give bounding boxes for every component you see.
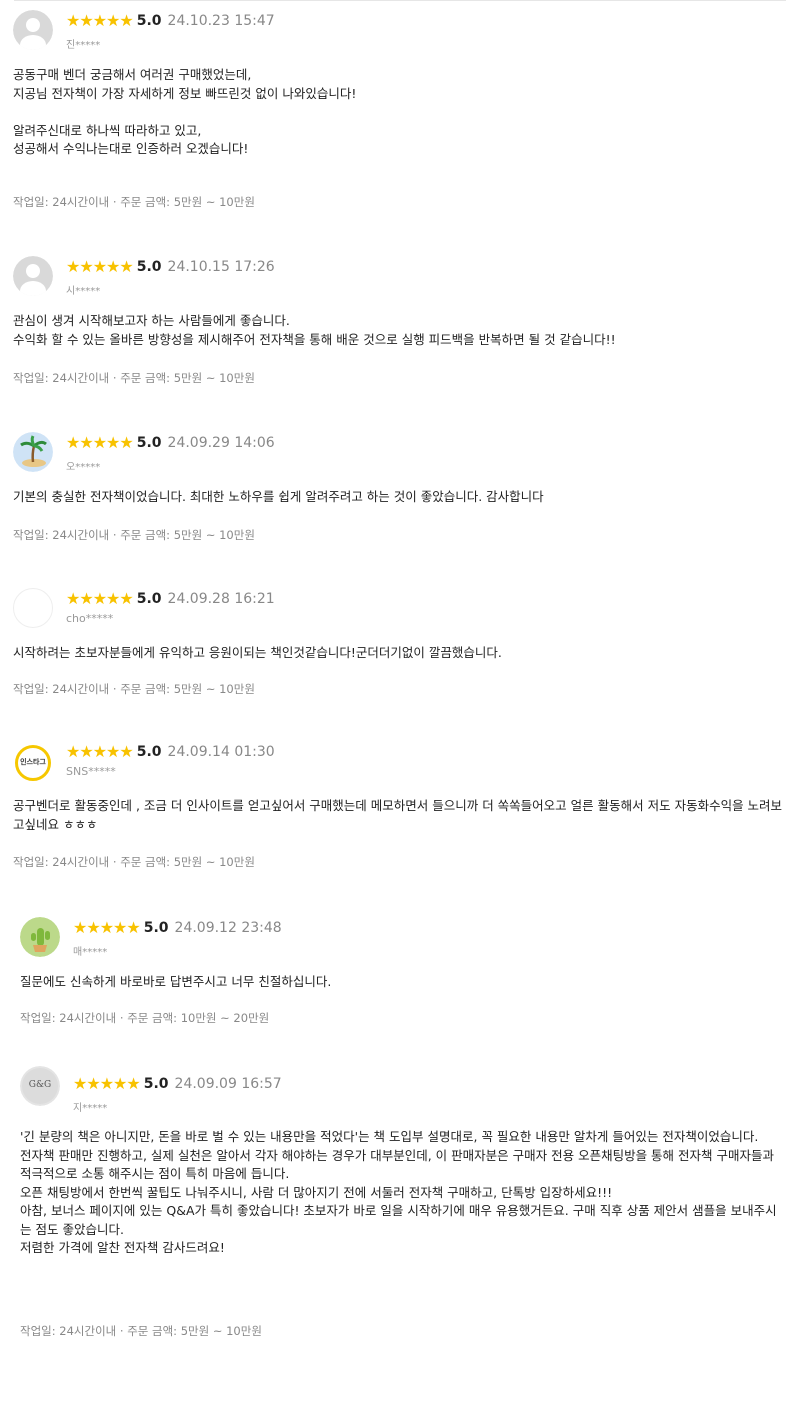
order-info: 작업일: 24시간이내 · 주문 금액: 5만원 ~ 10만원 [13, 195, 255, 209]
avatar-badge-text: 인스타그 [20, 758, 46, 766]
order-info: 작업일: 24시간이내 · 주문 금액: 5만원 ~ 10만원 [13, 528, 255, 542]
star-rating-icon: ★★★★★ [66, 257, 134, 276]
review-date: 24.09.12 23:48 [174, 920, 282, 936]
review-meta: ★★★★★ 5.0 24.09.29 14:06 [66, 432, 275, 454]
review-text: 공동구매 벤더 궁금해서 여러권 구매했었는데, 지공님 전자책이 가장 자세하… [13, 67, 357, 156]
reviewer-name: 오***** [66, 462, 101, 473]
review-date: 24.09.28 16:21 [167, 591, 275, 607]
rating-score: 5.0 [143, 920, 169, 936]
avatar-instagram-badge[interactable]: 인스타그 [13, 743, 53, 783]
reviewer-name: 매***** [73, 947, 108, 958]
star-rating-icon: ★★★★★ [66, 433, 134, 452]
review-meta: ★★★★★ 5.0 24.09.28 16:21 [66, 588, 275, 610]
review-meta: ★★★★★ 5.0 24.10.23 15:47 [66, 10, 275, 32]
rating-score: 5.0 [136, 591, 162, 607]
avatar-blank[interactable] [13, 588, 53, 628]
reviewer-name: 진***** [66, 40, 101, 51]
top-divider [14, 0, 786, 1]
rating-score: 5.0 [136, 744, 162, 760]
review-text: 질문에도 신속하게 바로바로 답변주시고 너무 친절하십니다. [20, 974, 332, 989]
order-info: 작업일: 24시간이내 · 주문 금액: 10만원 ~ 20만원 [20, 1011, 270, 1025]
avatar-cactus[interactable] [20, 917, 60, 957]
review-text: 시작하려는 초보자분들에게 유익하고 응원이되는 책인것같습니다!군더더기없이 … [13, 645, 502, 660]
star-rating-icon: ★★★★★ [73, 918, 141, 937]
review-date: 24.10.15 17:26 [167, 259, 275, 275]
star-rating-icon: ★★★★★ [66, 589, 134, 608]
review-date: 24.09.09 16:57 [174, 1076, 282, 1092]
review-date: 24.09.29 14:06 [167, 435, 275, 451]
rating-score: 5.0 [136, 13, 162, 29]
order-info: 작업일: 24시간이내 · 주문 금액: 5만원 ~ 10만원 [20, 1324, 262, 1338]
reviewer-name: SNS***** [66, 765, 116, 778]
avatar-default-profile[interactable] [13, 256, 53, 296]
star-rating-icon: ★★★★★ [66, 742, 134, 761]
review-text: 기본의 충실한 전자책이었습니다. 최대한 노하우를 쉽게 알려주려고 하는 것… [13, 489, 544, 504]
review-date: 24.10.23 15:47 [167, 13, 275, 29]
order-info: 작업일: 24시간이내 · 주문 금액: 5만원 ~ 10만원 [13, 855, 255, 869]
order-info: 작업일: 24시간이내 · 주문 금액: 5만원 ~ 10만원 [13, 682, 255, 696]
avatar-gg-logo[interactable]: G&G [20, 1066, 60, 1106]
avatar-default-profile[interactable] [13, 10, 53, 50]
review-text: 공구벤더로 활동중인데 , 조금 더 인사이트를 얻고싶어서 구매했는데 메모하… [13, 798, 783, 832]
star-rating-icon: ★★★★★ [66, 11, 134, 30]
review-text: 관심이 생겨 시작해보고자 하는 사람들에게 좋습니다. 수익화 할 수 있는 … [13, 313, 616, 347]
review-meta: ★★★★★ 5.0 24.09.12 23:48 [73, 917, 282, 939]
review-meta: ★★★★★ 5.0 24.10.15 17:26 [66, 256, 275, 278]
reviewer-name: cho***** [66, 612, 114, 625]
rating-score: 5.0 [143, 1076, 169, 1092]
reviewer-name: 시***** [66, 286, 101, 297]
star-rating-icon: ★★★★★ [73, 1074, 141, 1093]
rating-score: 5.0 [136, 435, 162, 451]
rating-score: 5.0 [136, 259, 162, 275]
avatar-logo-text: G&G [28, 1080, 52, 1090]
review-meta: ★★★★★ 5.0 24.09.14 01:30 [66, 741, 275, 763]
avatar-palm-tree[interactable] [13, 432, 53, 472]
review-date: 24.09.14 01:30 [167, 744, 275, 760]
reviewer-name: 지***** [73, 1103, 108, 1114]
review-meta: ★★★★★ 5.0 24.09.09 16:57 [73, 1073, 282, 1095]
order-info: 작업일: 24시간이내 · 주문 금액: 5만원 ~ 10만원 [13, 371, 255, 385]
review-text: '긴 분량의 책은 아니지만, 돈을 바로 벌 수 있는 내용만을 적었다'는 … [20, 1129, 777, 1255]
